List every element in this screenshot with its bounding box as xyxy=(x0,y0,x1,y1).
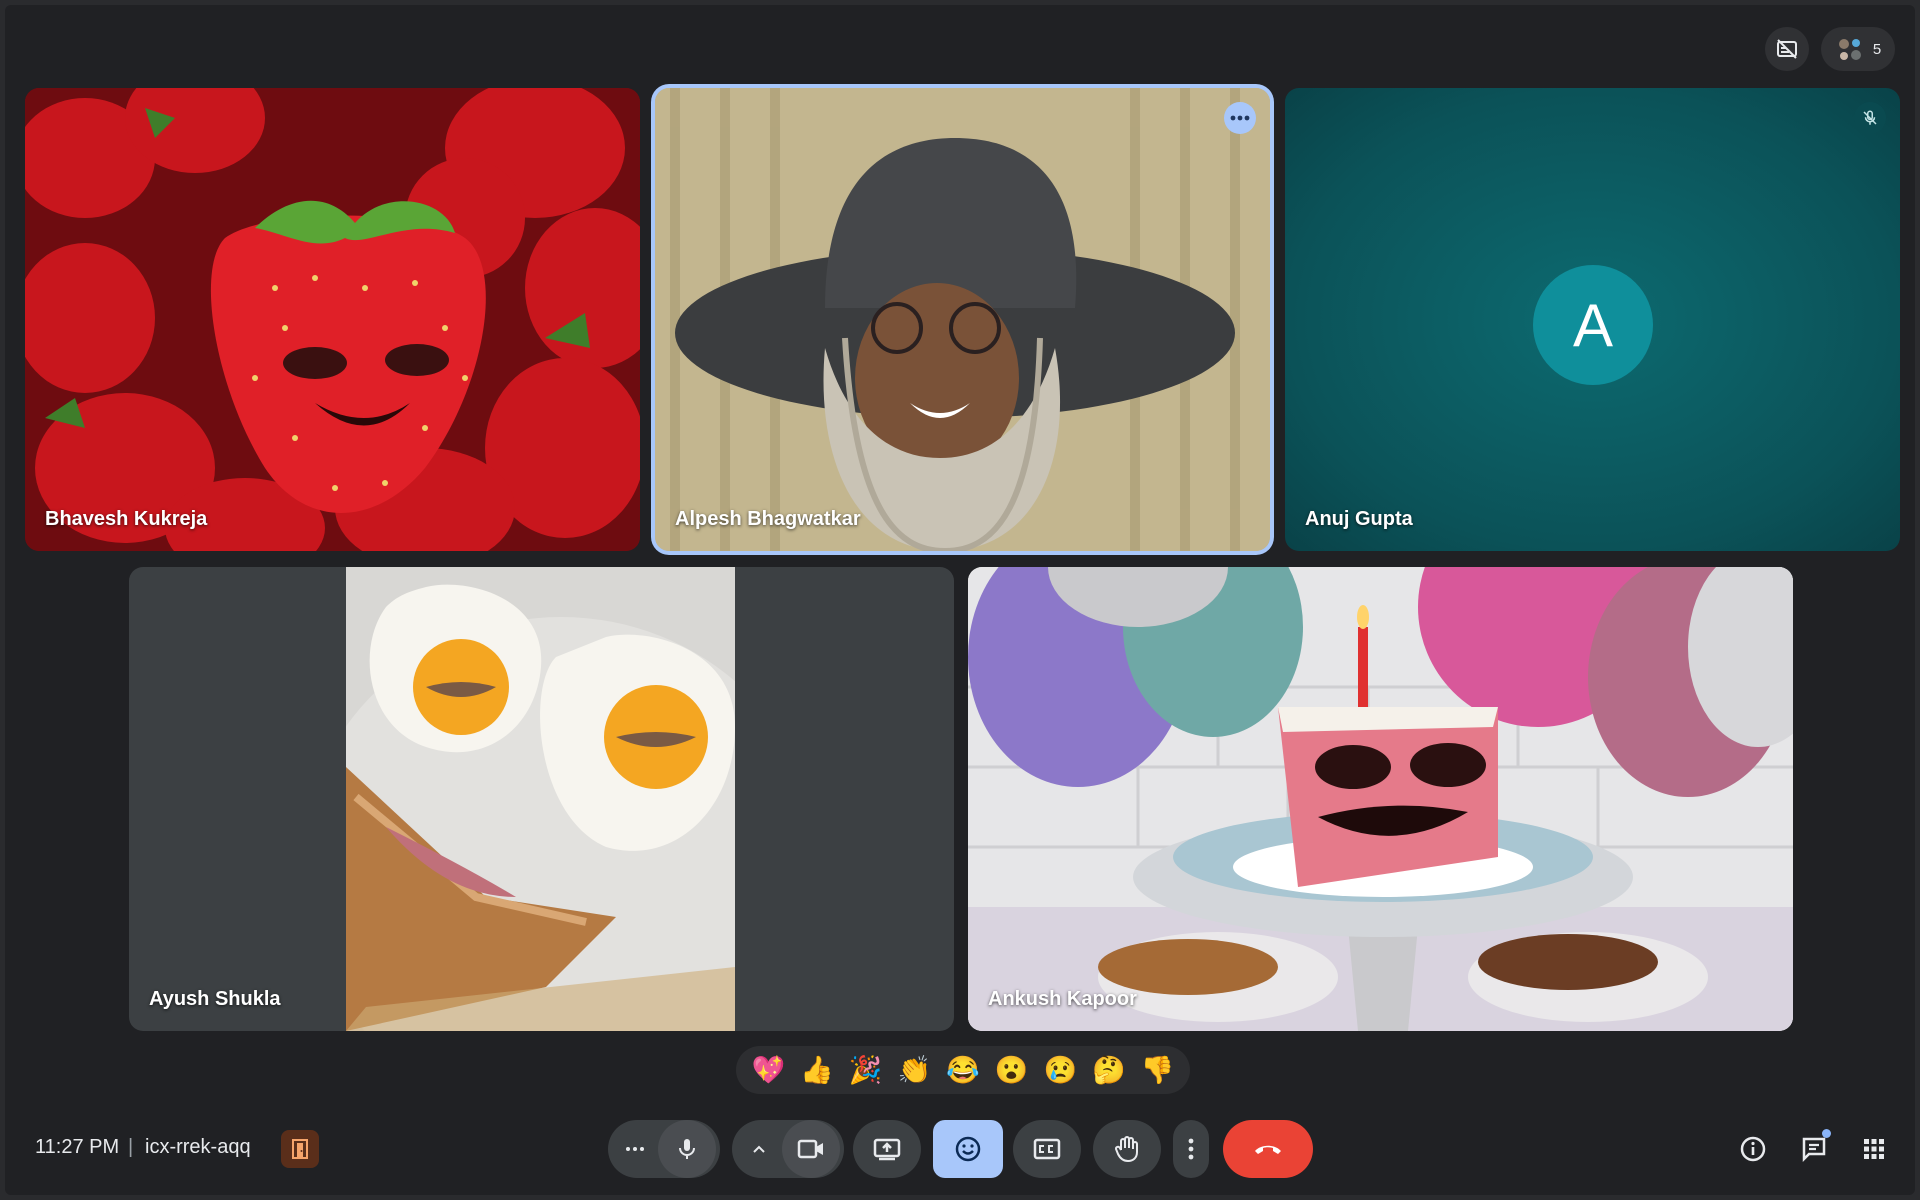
avatar-letter: A xyxy=(1572,291,1614,359)
hand-icon xyxy=(1115,1136,1138,1163)
reaction-clapping[interactable]: 👏 xyxy=(897,1056,931,1084)
mic-control-group xyxy=(608,1120,720,1178)
activities-button[interactable] xyxy=(1851,1126,1897,1172)
call-end-icon xyxy=(1255,1145,1281,1154)
present-screen-button[interactable] xyxy=(853,1120,921,1178)
apps-grid-icon xyxy=(1864,1139,1884,1159)
present-to-all-icon xyxy=(873,1138,901,1161)
reaction-tears-of-joy[interactable]: 😂 xyxy=(946,1056,980,1084)
reaction-crying[interactable]: 😢 xyxy=(1043,1056,1077,1084)
participant-tile-anuj[interactable]: A Anuj Gupta xyxy=(1285,88,1900,551)
chevron-up-icon xyxy=(753,1145,765,1153)
door-icon xyxy=(292,1139,308,1159)
participant-tile-bhavesh[interactable]: Bhavesh Kukreja xyxy=(25,88,640,551)
clock-time: 11:27 PM xyxy=(35,1136,120,1158)
video-settings-button[interactable] xyxy=(736,1120,782,1178)
companion-mode-button[interactable] xyxy=(281,1130,319,1168)
info-icon xyxy=(1740,1136,1766,1162)
participant-name: Ayush Shukla xyxy=(149,988,281,1010)
participant-name: Anuj Gupta xyxy=(1305,508,1413,530)
camera-button[interactable] xyxy=(782,1120,840,1178)
closed-caption-icon xyxy=(1033,1138,1061,1160)
wizard-filter-video xyxy=(655,88,1270,551)
meeting-code: icx-rrek-aqq xyxy=(145,1136,251,1158)
emoji-icon xyxy=(955,1136,981,1162)
reaction-thumbs-down[interactable]: 👎 xyxy=(1141,1056,1175,1084)
reaction-party-popper[interactable]: 🎉 xyxy=(849,1056,883,1084)
reactions-button[interactable] xyxy=(933,1120,1003,1178)
muted-icon xyxy=(1854,102,1886,134)
microphone-icon xyxy=(679,1139,695,1159)
participant-avatars-icon xyxy=(1838,39,1861,60)
captions-off-button[interactable] xyxy=(1765,27,1809,71)
more-vert-icon xyxy=(1188,1138,1194,1160)
participant-tile-ankush[interactable]: Ankush Kapoor xyxy=(968,567,1793,1031)
leave-call-button[interactable] xyxy=(1223,1120,1313,1178)
more-horiz-icon xyxy=(1230,115,1250,121)
more-options-button[interactable] xyxy=(1173,1120,1209,1178)
eggs-filter-video xyxy=(346,567,735,1031)
participant-name: Alpesh Bhagwatkar xyxy=(675,508,861,530)
meeting-details-button[interactable] xyxy=(1730,1126,1776,1172)
reaction-thinking[interactable]: 🤔 xyxy=(1092,1056,1126,1084)
more-options-button[interactable] xyxy=(1224,102,1256,134)
participants-count: 5 xyxy=(1872,40,1882,58)
no-video-icon xyxy=(1777,39,1797,59)
audio-settings-button[interactable] xyxy=(612,1120,658,1178)
strawberry-filter-video xyxy=(25,88,640,551)
participant-name: Bhavesh Kukreja xyxy=(45,508,208,530)
captions-button[interactable] xyxy=(1013,1120,1081,1178)
more-horiz-icon xyxy=(626,1147,644,1151)
participant-tile-ayush[interactable]: Ayush Shukla xyxy=(129,567,954,1031)
raise-hand-button[interactable] xyxy=(1093,1120,1161,1178)
reactions-bar: 💖 👍 🎉 👏 😂 😮 😢 🤔 👎 xyxy=(736,1046,1190,1094)
meet-window: 5 Bhavesh Kukreja Alpesh Bhagwatkar A An… xyxy=(5,5,1915,1195)
participant-tile-alpesh[interactable]: Alpesh Bhagwatkar xyxy=(655,88,1270,551)
participant-name: Ankush Kapoor xyxy=(988,988,1137,1010)
microphone-button[interactable] xyxy=(658,1120,716,1178)
reaction-thumbs-up[interactable]: 👍 xyxy=(800,1056,834,1084)
separator: | xyxy=(128,1136,134,1158)
chat-notification-dot xyxy=(1822,1129,1831,1138)
chat-icon xyxy=(1802,1137,1826,1163)
videocam-icon xyxy=(797,1139,823,1159)
reaction-sparkling-heart[interactable]: 💖 xyxy=(752,1056,786,1084)
participants-button[interactable]: 5 xyxy=(1821,27,1895,71)
avatar: A xyxy=(1533,265,1653,385)
chat-button[interactable] xyxy=(1791,1126,1837,1172)
reaction-surprised[interactable]: 😮 xyxy=(995,1056,1029,1084)
camera-control-group xyxy=(732,1120,844,1178)
birthday-cake-filter-video xyxy=(968,567,1793,1031)
